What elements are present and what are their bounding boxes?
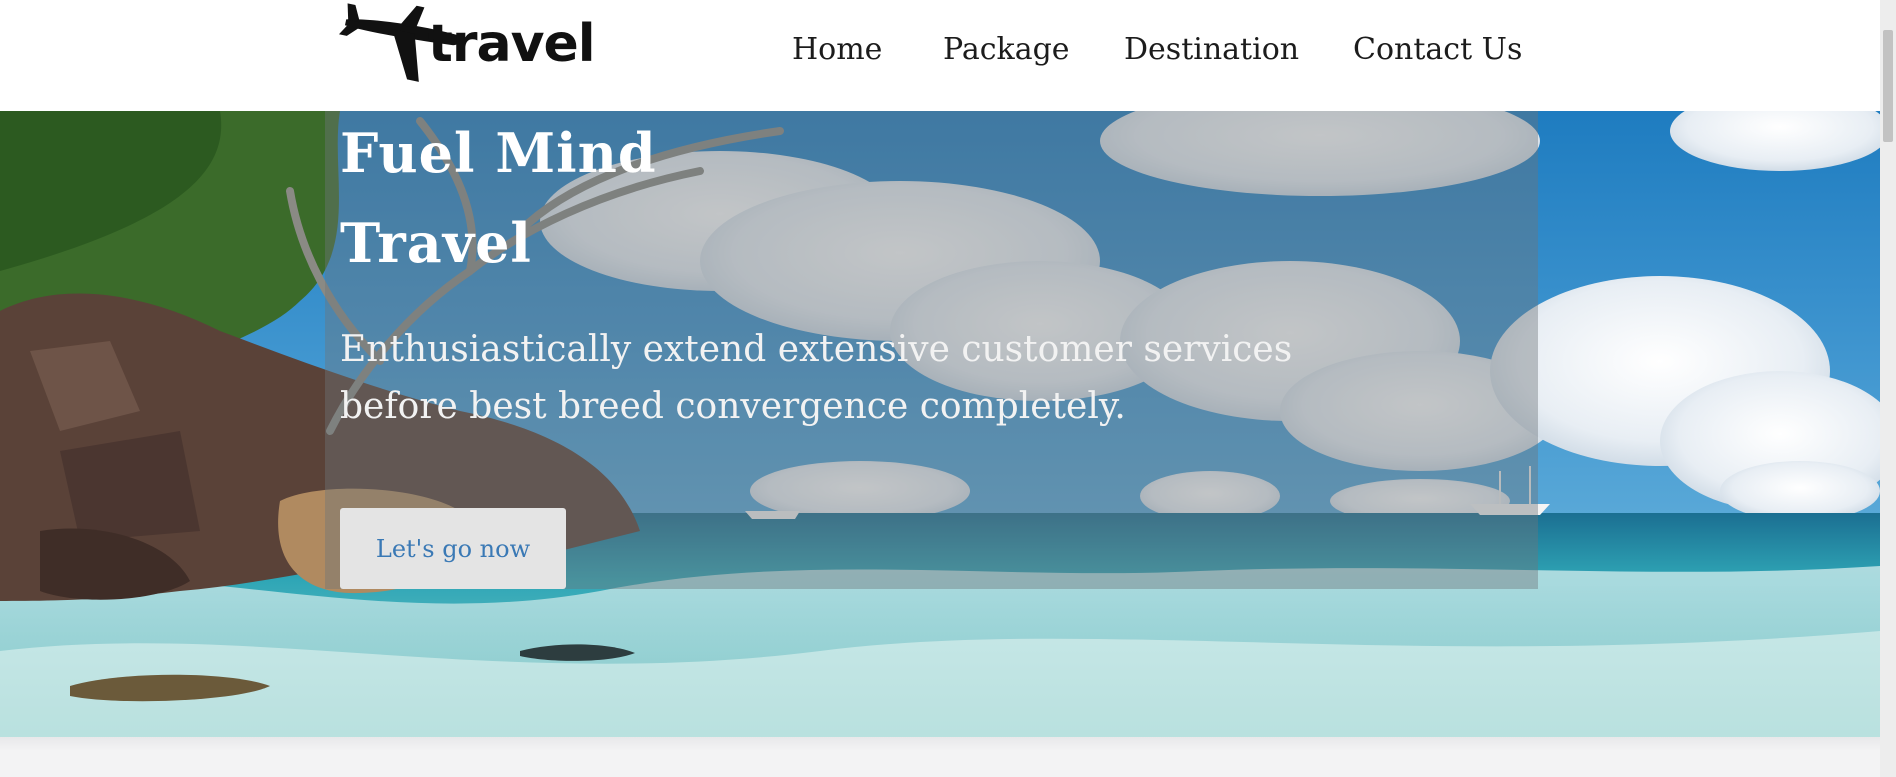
hero-title-line-2: Travel [340,211,532,275]
page-scrollbar[interactable] [1880,0,1896,777]
nav-home[interactable]: Home [792,30,882,70]
scrollbar-thumb[interactable] [1883,30,1893,142]
site-header: travel Home Package Destination Contact … [0,0,1880,111]
nav-destination[interactable]: Destination [1124,30,1299,70]
hero-title-line-1: Fuel Mind [340,121,657,185]
hero-subtitle: Enthusiastically extend extensive custom… [340,329,1293,427]
lets-go-now-button[interactable]: Let's go now [340,508,566,589]
main-nav: Home Package Destination Contact Us [0,30,1880,70]
hero-banner: Fuel Mind Travel Enthusiastically extend… [0,111,1880,737]
nav-package[interactable]: Package [943,30,1070,70]
section-divider [0,737,1880,751]
nav-contact-us[interactable]: Contact Us [1353,30,1522,70]
